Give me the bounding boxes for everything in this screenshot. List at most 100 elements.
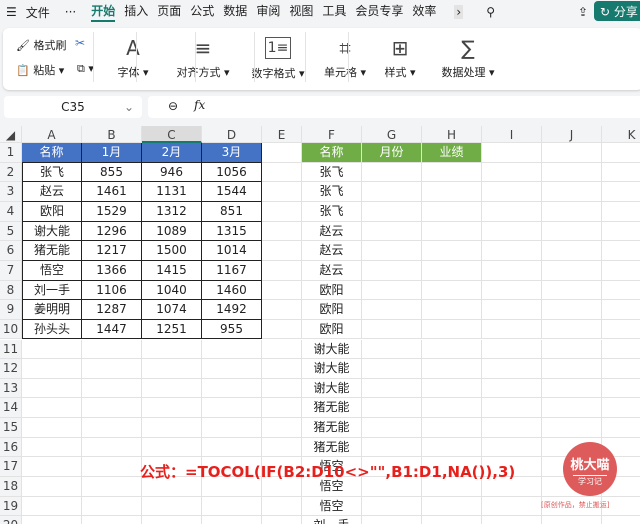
cell[interactable]: [142, 437, 202, 458]
cell[interactable]: [362, 359, 422, 379]
cell[interactable]: [542, 418, 602, 438]
cell[interactable]: [602, 281, 640, 301]
table1-cell[interactable]: 1312: [142, 201, 202, 222]
search-icon[interactable]: ⚲: [486, 5, 495, 19]
cell[interactable]: [542, 359, 602, 379]
cell[interactable]: [482, 378, 542, 399]
cell[interactable]: [202, 437, 262, 458]
table1-cell[interactable]: 1106: [82, 280, 142, 301]
zoom-icon[interactable]: ⊖: [168, 99, 178, 113]
cell[interactable]: [82, 378, 142, 399]
table1-cell[interactable]: 1040: [142, 280, 202, 301]
table1-cell[interactable]: 1460: [202, 280, 262, 301]
table1-cell[interactable]: 赵云: [22, 182, 82, 202]
cell[interactable]: [262, 339, 302, 360]
cell[interactable]: [482, 359, 542, 379]
tab-6[interactable]: 视图: [289, 2, 313, 22]
tab-4[interactable]: 数据: [223, 2, 247, 22]
table2-name-cell[interactable]: 赵云: [302, 260, 362, 281]
cell[interactable]: [422, 359, 482, 379]
cell[interactable]: [82, 339, 142, 360]
cell[interactable]: [362, 162, 422, 183]
table1-cell[interactable]: 1014: [202, 241, 262, 261]
cell[interactable]: [82, 359, 142, 379]
cell[interactable]: [142, 516, 202, 524]
cell[interactable]: [262, 182, 302, 202]
table1-cell[interactable]: 1251: [142, 319, 202, 340]
cell[interactable]: [482, 260, 542, 281]
cell[interactable]: [542, 221, 602, 242]
cell[interactable]: [82, 477, 142, 497]
cell[interactable]: [542, 260, 602, 281]
cell[interactable]: [482, 437, 542, 458]
cell[interactable]: [542, 182, 602, 202]
table1-cell[interactable]: 1315: [202, 221, 262, 242]
cell[interactable]: [202, 378, 262, 399]
cell[interactable]: [422, 201, 482, 222]
cell[interactable]: [22, 457, 82, 478]
cloud-upload-icon[interactable]: ⇪: [578, 5, 588, 19]
table1-cell[interactable]: 1500: [142, 241, 202, 261]
cell[interactable]: [602, 398, 640, 419]
tab-8[interactable]: 会员专享: [355, 2, 403, 22]
cell[interactable]: [262, 418, 302, 438]
cell[interactable]: [482, 143, 542, 163]
cell[interactable]: [202, 516, 262, 524]
cell[interactable]: [262, 221, 302, 242]
cell[interactable]: [142, 339, 202, 360]
cell[interactable]: [362, 378, 422, 399]
row-header-17[interactable]: 17: [0, 457, 22, 478]
copy-button[interactable]: ⧉ ▾: [77, 62, 94, 76]
cell[interactable]: [82, 418, 142, 438]
cell[interactable]: [602, 516, 640, 524]
cell[interactable]: [482, 221, 542, 242]
tab-7[interactable]: 工具: [322, 2, 346, 22]
table1-cell[interactable]: 1529: [82, 201, 142, 222]
cell[interactable]: [82, 516, 142, 524]
table1-cell[interactable]: 刘一手: [22, 280, 82, 301]
cell[interactable]: [482, 280, 542, 301]
formula-bar[interactable]: ⊖ fx: [148, 96, 640, 118]
cell[interactable]: [142, 378, 202, 399]
table2-name-cell[interactable]: 猪无能: [302, 418, 362, 438]
cell[interactable]: [202, 398, 262, 419]
table2-name-cell[interactable]: 张飞: [302, 201, 362, 222]
cell[interactable]: [362, 437, 422, 458]
cell[interactable]: [362, 418, 422, 438]
tab-3[interactable]: 公式: [190, 2, 214, 22]
cell[interactable]: [602, 222, 640, 242]
cell[interactable]: [422, 516, 482, 524]
cell[interactable]: [602, 340, 640, 360]
table1-cell[interactable]: 1447: [82, 319, 142, 340]
table1-cell[interactable]: 谢大能: [22, 221, 82, 242]
cell[interactable]: [82, 496, 142, 517]
cell[interactable]: [362, 221, 422, 242]
table1-header[interactable]: 3月: [202, 143, 262, 163]
row-header-10[interactable]: 10: [0, 319, 22, 340]
cell[interactable]: [262, 300, 302, 320]
table2-name-cell[interactable]: 猪无能: [302, 437, 362, 458]
cell[interactable]: [22, 418, 82, 438]
table1-cell[interactable]: 955: [202, 319, 262, 340]
cell[interactable]: [22, 398, 82, 419]
cell[interactable]: [422, 339, 482, 360]
share-button[interactable]: ↻ 分享: [594, 1, 640, 21]
cut-icon[interactable]: ✂: [75, 36, 85, 50]
more-menu[interactable]: ···: [65, 5, 76, 19]
table1-header[interactable]: 2月: [142, 143, 202, 163]
row-header-15[interactable]: 15: [0, 418, 22, 438]
table2-name-cell[interactable]: 猪无能: [302, 398, 362, 419]
column-header-H[interactable]: H: [422, 126, 482, 143]
row-header-4[interactable]: 4: [0, 201, 22, 222]
cell[interactable]: [422, 319, 482, 340]
select-all-corner[interactable]: ◢: [0, 126, 22, 143]
cell[interactable]: [262, 280, 302, 301]
cell[interactable]: [142, 418, 202, 438]
cell[interactable]: [22, 516, 82, 524]
cell[interactable]: [422, 300, 482, 320]
cell[interactable]: [602, 300, 640, 320]
cell[interactable]: [262, 201, 302, 222]
menu-icon[interactable]: ☰: [6, 5, 17, 19]
cell[interactable]: [482, 516, 542, 524]
cell[interactable]: [82, 398, 142, 419]
